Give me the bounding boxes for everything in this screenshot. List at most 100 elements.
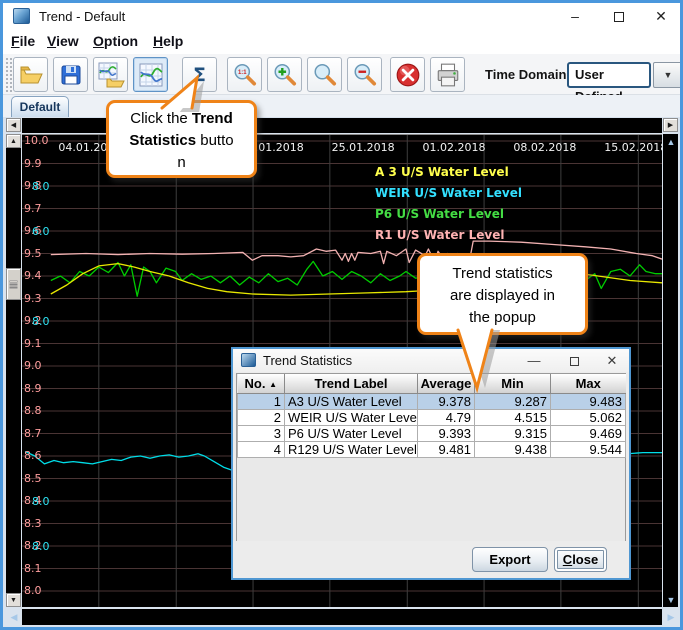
combo-dropdown-button[interactable]: ▼ bbox=[653, 62, 683, 88]
menu-help[interactable]: Help bbox=[153, 33, 183, 49]
floppy-icon bbox=[59, 63, 83, 87]
y-axis-label: 9.0 bbox=[24, 359, 42, 372]
close-button[interactable]: ✕ bbox=[644, 3, 678, 30]
arrow-up-icon: ▲ bbox=[10, 138, 17, 145]
maximize-button[interactable] bbox=[602, 3, 636, 30]
y-axis-label: 9.1 bbox=[24, 337, 42, 350]
print-button[interactable] bbox=[430, 57, 465, 92]
window-title: Trend - Default bbox=[39, 9, 125, 24]
legend-item: R1 U/S Water Level bbox=[375, 225, 522, 246]
table-header-row: No. ▲ Trend Label Average Min Max bbox=[238, 374, 626, 393]
callout-popup-hint: Trend statisticsare displayed inthe popu… bbox=[417, 253, 588, 335]
arrow-right-icon[interactable]: ▶ bbox=[664, 612, 678, 622]
svg-text:1:1: 1:1 bbox=[237, 69, 246, 75]
chart-legend: A 3 U/S Water LevelWEIR U/S Water LevelP… bbox=[375, 162, 522, 246]
legend-item: P6 U/S Water Level bbox=[375, 204, 522, 225]
zoom-in-button[interactable] bbox=[267, 57, 302, 92]
open-button[interactable] bbox=[13, 57, 48, 92]
y-axis-label: 8.9 bbox=[24, 382, 42, 395]
callout-text-line: Click the Trend bbox=[109, 108, 254, 130]
table-row[interactable]: 4R129 U/S Water Level9.4819.4389.544 bbox=[238, 441, 626, 457]
stop-button[interactable] bbox=[390, 57, 425, 92]
table-cell: 4.515 bbox=[475, 409, 551, 425]
magnifier-icon bbox=[312, 62, 338, 88]
open-trend-button[interactable] bbox=[93, 57, 128, 92]
table-cell: 9.315 bbox=[475, 425, 551, 441]
statistics-table-area: No. ▲ Trend Label Average Min Max 1A3 U/… bbox=[236, 373, 626, 542]
arrow-down-icon[interactable]: ▼ bbox=[664, 595, 678, 605]
close-button-popup[interactable]: Close bbox=[554, 547, 607, 572]
y-axis-label: 9.9 bbox=[24, 157, 42, 170]
app-window: Trend - Default – ✕ File View Option Hel… bbox=[0, 0, 683, 630]
trend-chart-button[interactable] bbox=[133, 57, 168, 92]
y-axis-label: 8.3 bbox=[24, 517, 42, 530]
arrow-up-icon[interactable]: ▲ bbox=[664, 137, 678, 147]
time-domain-value[interactable]: User Defined bbox=[567, 62, 651, 88]
table-cell: 1 bbox=[238, 393, 285, 409]
x-axis-date-label: 25.01.2018 bbox=[332, 141, 395, 154]
y-axis-overlay-label: 8.0 bbox=[32, 495, 50, 508]
callout-text-line: Trend statistics bbox=[420, 263, 585, 285]
callout-text-line: the popup bbox=[420, 307, 585, 329]
minimize-button[interactable]: – bbox=[558, 3, 592, 30]
y-axis-label: 8.6 bbox=[24, 449, 42, 462]
zoom-select-button[interactable] bbox=[307, 57, 342, 92]
menu-option[interactable]: Option bbox=[93, 33, 138, 49]
export-button[interactable]: Export bbox=[472, 547, 548, 572]
zoom-in-icon bbox=[272, 62, 298, 88]
left-vscroll-track[interactable] bbox=[6, 134, 21, 607]
menu-file[interactable]: File bbox=[11, 33, 35, 49]
legend-item: WEIR U/S Water Level bbox=[375, 183, 522, 204]
tab-default[interactable]: Default bbox=[11, 96, 69, 117]
left-vscroll-thumb[interactable] bbox=[6, 268, 21, 300]
zoom-out-button[interactable] bbox=[347, 57, 382, 92]
popup-title: Trend Statistics bbox=[263, 353, 352, 368]
callout-text-line: are displayed in bbox=[420, 285, 585, 307]
folder-open-icon bbox=[18, 62, 44, 88]
popup-icon bbox=[241, 353, 256, 367]
menu-view[interactable]: View bbox=[47, 33, 79, 49]
table-cell: 9.393 bbox=[418, 425, 475, 441]
table-row[interactable]: 1A3 U/S Water Level9.3789.2879.483 bbox=[238, 393, 626, 409]
sigma-icon: Σ bbox=[193, 64, 206, 86]
popup-maximize-button[interactable] bbox=[559, 349, 589, 372]
column-no[interactable]: No. ▲ bbox=[238, 374, 285, 393]
top-hscroll-left-button[interactable]: ◀ bbox=[6, 118, 21, 132]
table-cell: 9.483 bbox=[551, 393, 626, 409]
time-domain-combo[interactable]: User Defined ▼ bbox=[567, 62, 683, 88]
popup-title-bar[interactable]: Trend Statistics — ✕ bbox=[233, 349, 629, 372]
top-hscroll-right-button[interactable]: ▶ bbox=[663, 118, 678, 132]
table-row[interactable]: 3P6 U/S Water Level9.3939.3159.469 bbox=[238, 425, 626, 441]
popup-close-button[interactable]: ✕ bbox=[597, 349, 627, 372]
arrow-right-icon: ▶ bbox=[668, 122, 673, 129]
printer-icon bbox=[435, 62, 461, 88]
table-cell: A3 U/S Water Level bbox=[285, 393, 418, 409]
maximize-icon bbox=[614, 12, 624, 22]
table-cell: R129 U/S Water Level bbox=[285, 441, 418, 457]
arrow-down-icon: ▼ bbox=[10, 597, 17, 604]
column-average[interactable]: Average bbox=[418, 374, 475, 393]
left-vscroll-down-button[interactable]: ▼ bbox=[6, 593, 21, 607]
y-axis-overlay-label: 8.0 bbox=[32, 540, 50, 553]
popup-minimize-button[interactable]: — bbox=[519, 349, 549, 372]
zoom-1-1-icon: 1:1 bbox=[232, 62, 258, 88]
zoom-actual-button[interactable]: 1:1 bbox=[227, 57, 262, 92]
table-cell: 9.438 bbox=[475, 441, 551, 457]
column-max[interactable]: Max bbox=[551, 374, 626, 393]
trend-statistics-button[interactable]: Σ bbox=[182, 57, 217, 92]
column-trend-label[interactable]: Trend Label bbox=[285, 374, 418, 393]
chevron-down-icon: ▼ bbox=[664, 70, 673, 80]
callout-text-line: n bbox=[109, 152, 254, 174]
zoom-out-icon bbox=[352, 62, 378, 88]
table-row[interactable]: 2WEIR U/S Water Level4.794.5155.062 bbox=[238, 409, 626, 425]
save-button[interactable] bbox=[53, 57, 88, 92]
y-axis-label: 9.5 bbox=[24, 247, 42, 260]
popup-maximize-icon bbox=[570, 357, 579, 366]
title-bar[interactable]: Trend - Default – ✕ bbox=[3, 3, 680, 30]
arrow-left-icon[interactable]: ◀ bbox=[7, 612, 21, 622]
toolbar-grip[interactable] bbox=[5, 57, 13, 92]
bottom-hscroll-track[interactable] bbox=[22, 609, 662, 625]
left-vscroll-up-button[interactable]: ▲ bbox=[6, 134, 21, 148]
column-min[interactable]: Min bbox=[475, 374, 551, 393]
right-vscroll-track[interactable] bbox=[663, 134, 678, 607]
